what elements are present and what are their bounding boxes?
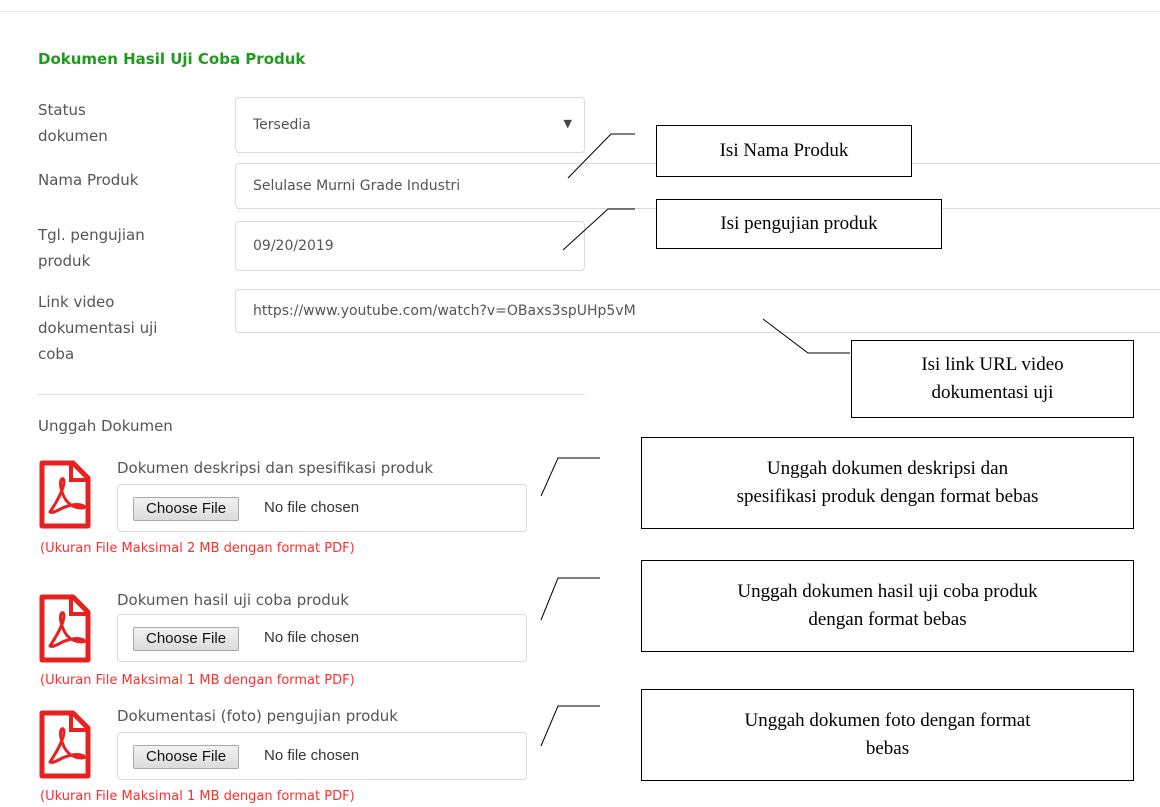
callout-link-line1: Isi link URL video (921, 354, 1064, 375)
callout-doc2-line2: dengan format bebas (808, 609, 967, 630)
callout-doc3-line1: Unggah dokumen foto dengan format (744, 710, 1031, 731)
callout-doc2-line1: Unggah dokumen hasil uji coba produk (737, 581, 1038, 602)
callout-link-video: Isi link URL video dokumentasi uji (851, 340, 1134, 418)
callout-pengujian: Isi pengujian produk (656, 199, 942, 249)
callout-nama-produk: Isi Nama Produk (656, 125, 912, 177)
callout-link-line2: dokumentasi uji (931, 382, 1054, 403)
callout-doc2: Unggah dokumen hasil uji coba produk den… (641, 560, 1134, 652)
callout-doc1-line1: Unggah dokumen deskripsi dan (766, 458, 1009, 479)
callout-doc1: Unggah dokumen deskripsi dan spesifikasi… (641, 437, 1134, 529)
callout-doc3-line2: bebas (865, 738, 910, 759)
callout-doc3: Unggah dokumen foto dengan format bebas (641, 689, 1134, 781)
callout-doc1-line2: spesifikasi produk dengan format bebas (736, 486, 1039, 507)
